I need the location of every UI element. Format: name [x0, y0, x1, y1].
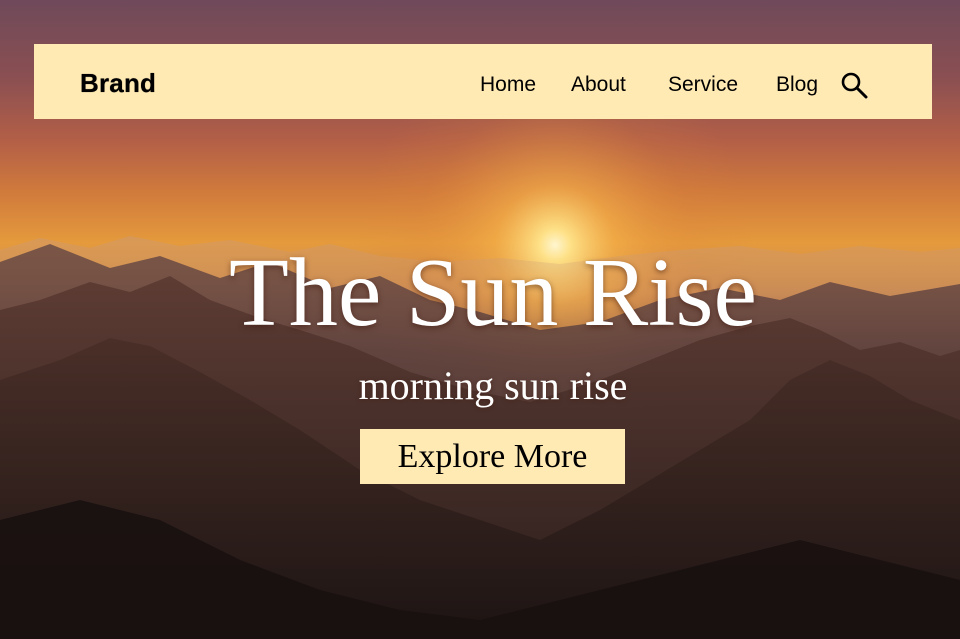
hero-content: The Sun Rise morning sun rise Explore Mo… — [0, 0, 960, 639]
hero-section: Brand Home About Service Blog The Sun Ri… — [0, 0, 960, 639]
hero-subtitle: morning sun rise — [358, 363, 628, 408]
hero-title: The Sun Rise — [228, 239, 758, 347]
explore-more-button[interactable]: Explore More — [360, 429, 625, 484]
